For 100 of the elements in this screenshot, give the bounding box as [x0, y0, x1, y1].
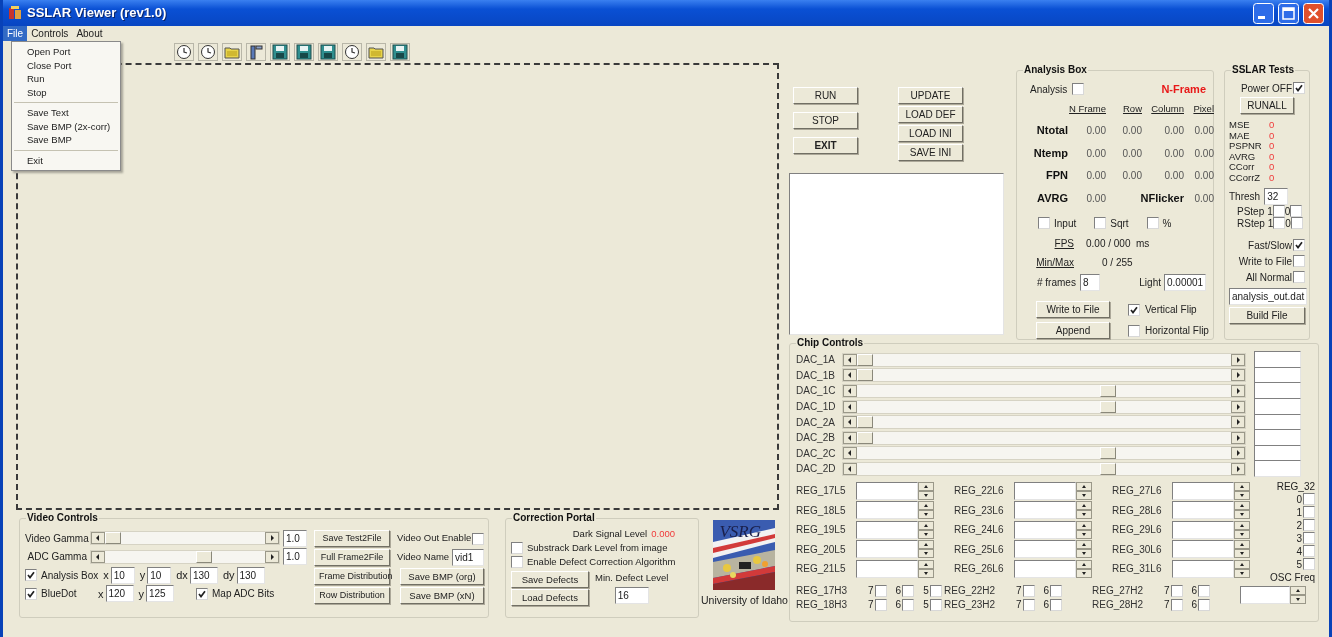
button[interactable]: UPDATE [898, 87, 963, 104]
disk-icon[interactable] [390, 42, 410, 61]
spin-up-button[interactable] [918, 501, 934, 510]
spin-up-button[interactable] [1076, 540, 1092, 549]
checkbox[interactable] [1293, 82, 1305, 94]
input-field[interactable]: 10 [110, 566, 135, 584]
spin-down-button[interactable] [918, 490, 934, 500]
button[interactable]: Save Defects [511, 571, 589, 588]
input-field[interactable] [856, 501, 918, 519]
checkbox[interactable] [472, 532, 484, 545]
spin-up-button[interactable] [1290, 585, 1306, 595]
button[interactable]: RUNALL [1240, 97, 1294, 114]
input-field[interactable] [1254, 460, 1301, 478]
scroll-right-button[interactable] [1231, 416, 1245, 429]
checkbox[interactable] [1198, 598, 1211, 611]
menu-item[interactable]: Run [12, 72, 120, 86]
button[interactable]: Append [1036, 322, 1110, 339]
checkbox[interactable] [25, 569, 37, 582]
slider-thumb[interactable] [857, 369, 873, 382]
spin-up-button[interactable] [918, 559, 934, 569]
clock-icon[interactable] [198, 42, 218, 61]
menu-item[interactable]: Open Port [12, 45, 120, 59]
disk-icon[interactable] [294, 42, 314, 61]
scroll-right-button[interactable] [1231, 369, 1245, 382]
scroll-right-button[interactable] [265, 550, 279, 563]
spin-up-button[interactable] [1234, 520, 1250, 530]
checkbox[interactable] [1303, 558, 1315, 571]
checkbox[interactable] [1303, 545, 1315, 558]
spin-down-button[interactable] [1234, 568, 1250, 578]
slider-thumb[interactable] [105, 532, 121, 545]
tool-icon[interactable] [246, 42, 266, 61]
spin-up-button[interactable] [1076, 481, 1092, 491]
spin-up-button[interactable] [1076, 559, 1092, 569]
slider-thumb[interactable] [857, 431, 873, 444]
button[interactable]: LOAD DEF [898, 106, 963, 123]
scroll-left-button[interactable] [91, 532, 105, 545]
checkbox[interactable] [1290, 205, 1303, 217]
input-field[interactable] [1172, 520, 1234, 539]
scroll-bar[interactable] [90, 549, 280, 564]
clock-icon[interactable] [342, 42, 362, 61]
spin-up-button[interactable] [1234, 481, 1250, 491]
spin-up-button[interactable] [1076, 501, 1092, 510]
disk-icon[interactable] [270, 42, 290, 61]
checkbox[interactable] [874, 598, 887, 611]
button[interactable]: SAVE INI [898, 144, 963, 161]
scroll-bar[interactable] [842, 446, 1246, 461]
checkbox[interactable] [902, 584, 915, 597]
scroll-right-button[interactable] [1231, 431, 1245, 444]
input-field[interactable] [856, 540, 918, 558]
input-field[interactable] [1014, 520, 1076, 539]
menu-item[interactable]: Save Text [12, 106, 120, 120]
spin-down-button[interactable] [1234, 510, 1250, 519]
scroll-left-button[interactable] [843, 400, 857, 413]
scroll-bar[interactable] [842, 399, 1246, 414]
spin-down-button[interactable] [1234, 549, 1250, 558]
button[interactable]: LOAD INI [898, 125, 963, 142]
menu-bar-item[interactable]: About [72, 26, 107, 41]
spin-up-button[interactable] [1076, 520, 1092, 530]
input-field[interactable]: 125 [146, 585, 174, 603]
checkbox[interactable] [1290, 217, 1303, 229]
checkbox[interactable] [1303, 506, 1315, 519]
button[interactable]: RUN [793, 87, 858, 104]
spin-down-button[interactable] [918, 568, 934, 578]
checkbox[interactable] [1273, 217, 1286, 229]
input-field[interactable] [1014, 481, 1076, 500]
scroll-right-button[interactable] [1231, 462, 1245, 475]
checkbox[interactable] [196, 587, 208, 600]
input-field[interactable] [1172, 501, 1234, 519]
button[interactable]: Save Test2File [314, 530, 390, 547]
scroll-right-button[interactable] [1231, 400, 1245, 413]
spin-down-button[interactable] [1076, 549, 1092, 558]
minimize-button[interactable] [1253, 2, 1274, 24]
checkbox[interactable] [1022, 598, 1035, 611]
checkbox[interactable] [1293, 271, 1305, 283]
input-field[interactable] [1172, 559, 1234, 578]
input-field[interactable]: 120 [105, 585, 134, 603]
checkbox[interactable] [1128, 324, 1140, 337]
checkbox[interactable] [1272, 205, 1285, 217]
input-field[interactable] [1240, 585, 1290, 604]
scroll-left-button[interactable] [843, 353, 857, 366]
spin-up-button[interactable] [918, 520, 934, 530]
slider-thumb[interactable] [1099, 447, 1116, 460]
checkbox[interactable] [1293, 255, 1305, 267]
scroll-bar[interactable] [842, 384, 1246, 398]
scroll-right-button[interactable] [1231, 385, 1245, 397]
menu-item[interactable]: Exit [12, 153, 120, 167]
checkbox[interactable] [1303, 493, 1315, 506]
scroll-bar[interactable] [842, 352, 1246, 367]
menu-item[interactable]: Save BMP (2x-corr) [12, 119, 120, 133]
checkbox[interactable] [1050, 598, 1063, 611]
menu-item[interactable]: Stop [12, 85, 120, 99]
disk-icon[interactable] [318, 42, 338, 61]
spin-down-button[interactable] [1290, 594, 1306, 604]
scroll-right-button[interactable] [265, 532, 279, 545]
maximize-button[interactable] [1278, 2, 1299, 24]
scroll-bar[interactable] [842, 368, 1246, 383]
spin-down-button[interactable] [918, 510, 934, 519]
checkbox[interactable] [1094, 217, 1107, 230]
scroll-left-button[interactable] [91, 550, 105, 563]
button[interactable]: Full Frame2File [314, 549, 390, 566]
